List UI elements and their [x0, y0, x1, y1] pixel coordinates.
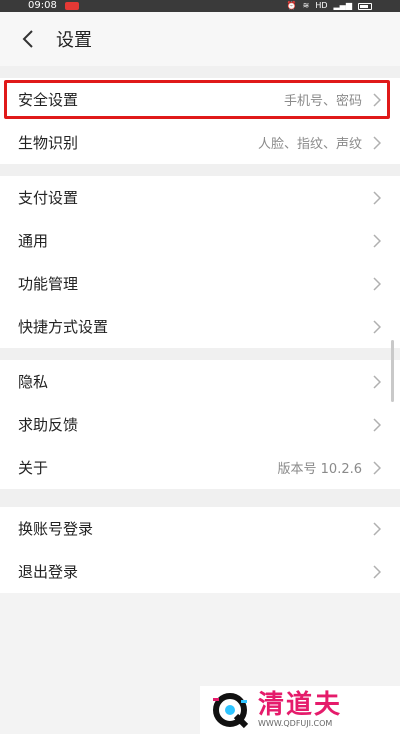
chevron-right-icon: [372, 521, 382, 536]
network-type: HD: [315, 1, 328, 10]
settings-screen: 09:08 ⏰ ≋ HD ▂▄▆ 设置 安全设置 手机号、密码 生物识别 人脸、…: [0, 0, 400, 734]
signal-icon: ▂▄▆: [333, 1, 352, 10]
settings-group-account: 换账号登录 退出登录: [0, 507, 400, 593]
status-time: 09:08: [28, 0, 57, 11]
settings-item-label: 功能管理: [18, 275, 79, 293]
chevron-left-icon: [22, 30, 33, 48]
chevron-right-icon: [372, 417, 382, 432]
settings-item-label: 换账号登录: [18, 520, 94, 538]
page-title: 设置: [56, 30, 92, 51]
watermark-logo-icon: [210, 690, 250, 730]
settings-item-about[interactable]: 关于 版本号 10.2.6: [0, 446, 400, 489]
settings-item-label: 求助反馈: [18, 416, 79, 434]
chevron-right-icon: [372, 564, 382, 579]
settings-group-general: 支付设置 通用 功能管理 快捷方式设置: [0, 176, 400, 348]
battery-icon: [358, 2, 372, 10]
group-gap: [0, 489, 400, 507]
settings-item-privacy[interactable]: 隐私: [0, 360, 400, 403]
settings-item-feature-management[interactable]: 功能管理: [0, 262, 400, 305]
settings-item-value: 手机号、密码: [283, 94, 362, 109]
watermark-url: WWW.QDFUJI.COM: [258, 719, 333, 728]
top-bar: 设置: [0, 12, 400, 66]
settings-group-privacy-help: 隐私 求助反馈 关于 版本号 10.2.6: [0, 360, 400, 489]
watermark-title: 清道夫: [258, 690, 343, 720]
settings-item-label: 安全设置: [18, 91, 79, 109]
settings-item-label: 生物识别: [18, 134, 79, 152]
chevron-right-icon: [372, 135, 382, 150]
settings-item-label: 支付设置: [18, 189, 79, 207]
chevron-right-icon: [372, 233, 382, 248]
chevron-right-icon: [372, 276, 382, 291]
settings-item-value: 人脸、指纹、声纹: [257, 137, 362, 152]
alarm-icon: ⏰: [286, 1, 297, 10]
chevron-right-icon: [372, 92, 382, 107]
settings-item-label: 退出登录: [18, 563, 79, 581]
settings-item-security[interactable]: 安全设置 手机号、密码: [0, 78, 400, 121]
settings-item-help-feedback[interactable]: 求助反馈: [0, 403, 400, 446]
settings-item-label: 关于: [18, 459, 49, 477]
status-bar: 09:08 ⏰ ≋ HD ▂▄▆: [0, 0, 400, 12]
screen-record-icon: [64, 2, 79, 10]
back-button[interactable]: [16, 27, 40, 51]
settings-item-value: 版本号 10.2.6: [277, 462, 362, 477]
settings-item-label: 通用: [18, 232, 49, 250]
chevron-right-icon: [372, 374, 382, 389]
scrollbar[interactable]: [391, 340, 394, 402]
settings-item-biometrics[interactable]: 生物识别 人脸、指纹、声纹: [0, 121, 400, 164]
settings-item-payment[interactable]: 支付设置: [0, 176, 400, 219]
settings-item-label: 快捷方式设置: [18, 318, 109, 336]
settings-item-shortcuts[interactable]: 快捷方式设置: [0, 305, 400, 348]
watermark: 清道夫 WWW.QDFUJI.COM: [200, 686, 400, 734]
settings-group-account-security: 安全设置 手机号、密码 生物识别 人脸、指纹、声纹: [0, 78, 400, 164]
settings-item-switch-account[interactable]: 换账号登录: [0, 507, 400, 550]
group-gap: [0, 66, 400, 78]
settings-item-label: 隐私: [18, 373, 49, 391]
wifi-icon: ≋: [302, 1, 310, 10]
settings-item-logout[interactable]: 退出登录: [0, 550, 400, 593]
group-gap: [0, 348, 400, 360]
group-gap: [0, 164, 400, 176]
chevron-right-icon: [372, 460, 382, 475]
chevron-right-icon: [372, 319, 382, 334]
settings-item-general[interactable]: 通用: [0, 219, 400, 262]
chevron-right-icon: [372, 190, 382, 205]
